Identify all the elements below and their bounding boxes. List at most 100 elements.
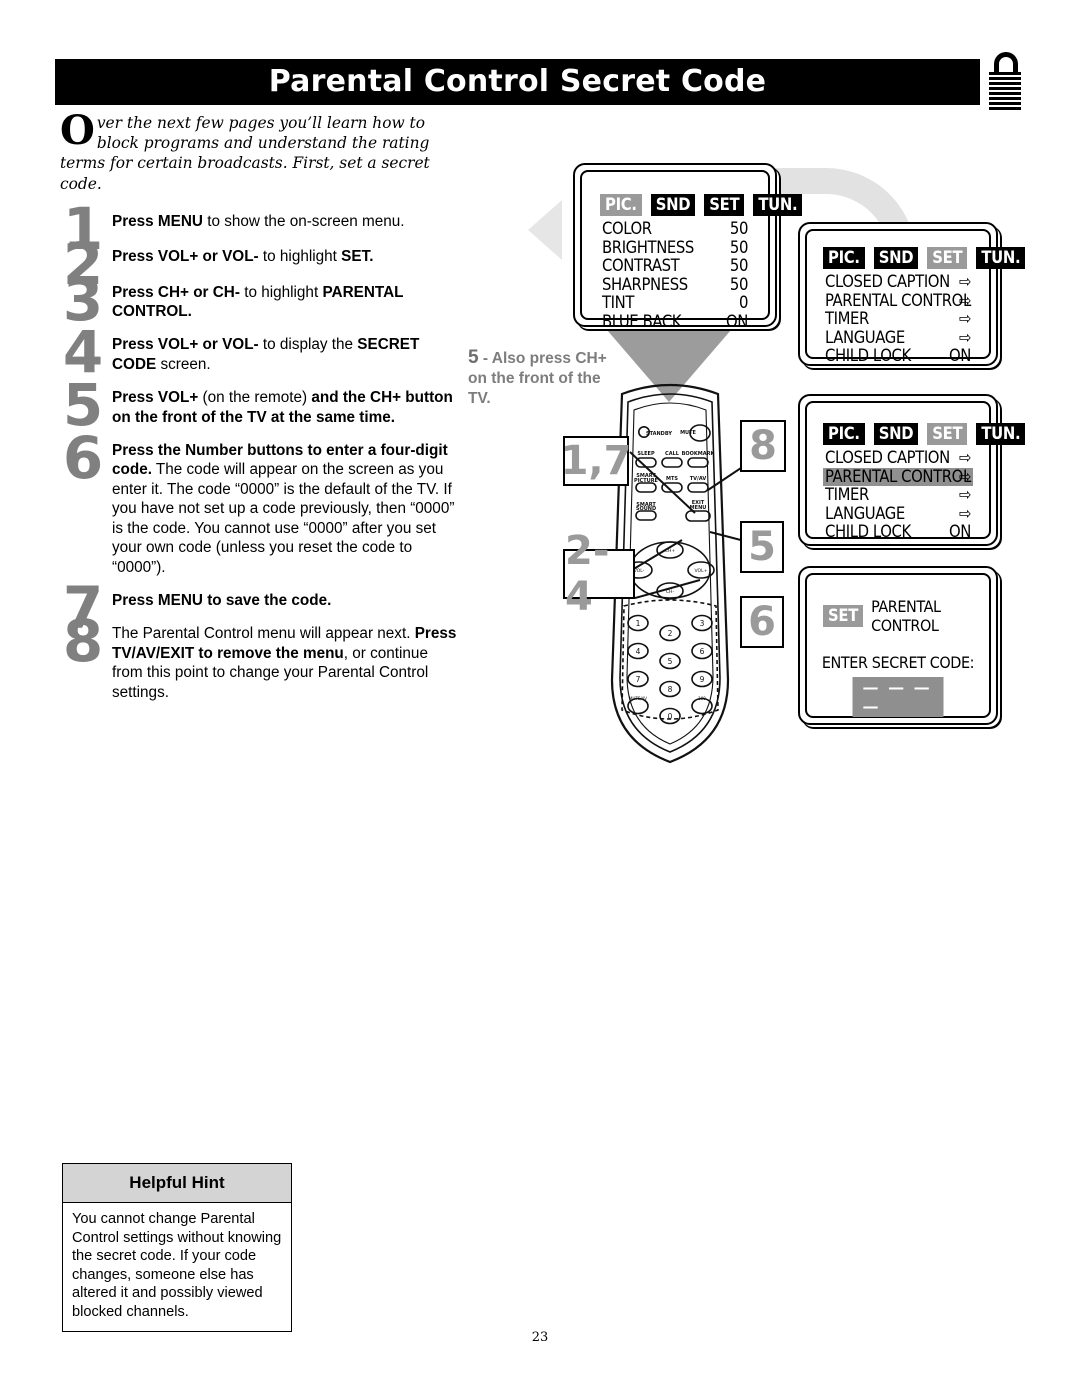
menu-item-label: CONTRAST (602, 256, 680, 276)
menu-tabs: PIC. SND SET TUN. (600, 194, 803, 216)
tv-screen-bezel: SET PARENTAL CONTROL ENTER SECRET CODE: — —… (805, 573, 991, 718)
also-press-note: 5 - Also press CH+ on the front of the T… (468, 348, 618, 409)
step-text: Press MENU to show the on-screen menu. (112, 212, 405, 230)
step-text: Press VOL+ or VOL- to highlight SET. (112, 248, 374, 266)
menu-tab-set[interactable]: SET (704, 194, 745, 216)
menu-item-value: ON (949, 346, 971, 366)
menu-item-child-lock[interactable]: CHILD LOCK ON (823, 523, 973, 542)
open-padlock-icon (988, 52, 1022, 114)
menu-item-value: ⇨ (958, 290, 971, 310)
callout-5: 5 (740, 521, 784, 573)
menu-item-timer[interactable]: TIMER ⇨ (823, 486, 973, 505)
menu-item-sharpness[interactable]: SHARPNESS 50 (600, 274, 750, 295)
menu-rows: CLOSED CAPTION ⇨ PARENTAL CONTROL ⇨ TIMER ⇨ LA… (823, 448, 973, 542)
secret-code-set-tag: SET (823, 605, 864, 627)
decorative-arrow-left (528, 200, 562, 260)
menu-item-parental-control[interactable]: PARENTAL CONTROL ⇨ (823, 466, 973, 487)
menu-item-value: ⇨ (958, 485, 971, 505)
menu-item-language[interactable]: LANGUAGE ⇨ (823, 503, 973, 524)
step-number: 6 (62, 424, 104, 493)
menu-item-contrast[interactable]: CONTRAST 50 (600, 257, 750, 276)
secret-code-prompt: ENTER SECRET CODE: (821, 653, 975, 672)
tv-screen-bezel: PIC. SND SET TUN. COLOR 50 BRIGHTNESS 50 CONTRAS… (580, 170, 803, 331)
menu-item-blue-back[interactable]: BLUE BACK ON (600, 311, 750, 332)
svg-text:9: 9 (700, 675, 705, 684)
padlock-shackle (994, 52, 1018, 74)
instructions-column: Over the next few pages you’ll learn how… (60, 111, 460, 702)
menu-item-brightness[interactable]: BRIGHTNESS 50 (600, 237, 750, 258)
menu-item-parental-control[interactable]: PARENTAL CONTROL ⇨ (823, 290, 973, 311)
menu-tab-pic[interactable]: PIC. (823, 423, 865, 445)
menu-item-label: TIMER (825, 309, 869, 329)
menu-tab-tun[interactable]: TUN. (976, 423, 1026, 445)
callout-8: 8 (740, 420, 786, 472)
also-press-step: 5 (468, 347, 479, 368)
menu-item-label: COLOR (602, 219, 652, 238)
step-2: 2 Press VOL+ or VOL- to highlight SET. (60, 235, 460, 293)
svg-text:0: 0 (668, 712, 673, 721)
menu-item-color[interactable]: COLOR 50 (600, 219, 750, 239)
menu-tab-set[interactable]: SET (927, 247, 968, 269)
tv-screen-set-menu: PIC. SND SET TUN. CLOSED CAPTION ⇨ PARENTAL CO… (798, 222, 1026, 366)
menu-item-label: BLUE BACK (602, 311, 682, 331)
callout-6: 6 (740, 596, 784, 648)
menu-tab-tun[interactable]: TUN. (976, 247, 1026, 269)
step-text: Press CH+ or CH- to highlight PARENTAL C… (112, 283, 404, 321)
page-header-bar: Parental Control Secret Code (55, 59, 980, 105)
menu-item-label: LANGUAGE (825, 503, 905, 523)
menu-item-value: ⇨ (958, 309, 971, 329)
helpful-hint-box: Helpful Hint You cannot change Parental … (62, 1163, 292, 1332)
secret-code-heading: PARENTAL CONTROL (871, 597, 941, 635)
menu-tab-pic[interactable]: PIC. (600, 194, 642, 216)
intro-paragraph: Over the next few pages you’ll learn how… (60, 111, 460, 194)
menu-item-timer[interactable]: TIMER ⇨ (823, 310, 973, 329)
menu-item-label: TIMER (825, 485, 869, 505)
menu-item-value: 0 (738, 293, 748, 313)
menu-tab-tun[interactable]: TUN. (753, 194, 803, 216)
menu-tab-snd[interactable]: SND (873, 423, 919, 445)
intro-text: ver the next few pages you’ll learn how … (60, 114, 430, 193)
step-text: Press MENU to save the code. (112, 591, 332, 609)
menu-tab-pic[interactable]: PIC. (823, 247, 865, 269)
menu-item-value: ON (726, 311, 748, 331)
callout-2-4: 2-4 (563, 528, 635, 620)
menu-item-language[interactable]: LANGUAGE ⇨ (823, 327, 973, 348)
menu-item-value: ⇨ (958, 327, 971, 347)
menu-item-value: 50 (729, 219, 748, 238)
svg-text:MUTE/AV: MUTE/AV (629, 696, 647, 701)
menu-item-value: 50 (729, 274, 748, 294)
menu-item-value: ⇨ (958, 503, 971, 523)
menu-item-value: 50 (729, 237, 748, 257)
menu-item-closed-caption[interactable]: CLOSED CAPTION ⇨ (823, 272, 973, 292)
menu-item-label: PARENTAL CONTROL (825, 290, 971, 310)
menu-item-label: CLOSED CAPTION (825, 272, 950, 291)
also-press-text: - Also press CH+ on the front of the TV. (468, 350, 607, 407)
step-number: 8 (62, 607, 104, 676)
step-text: The Parental Control menu will appear ne… (112, 625, 457, 701)
step-3: 3 Press CH+ or CH- to highlight PARENTAL … (60, 271, 460, 329)
menu-item-label: CHILD LOCK (825, 522, 911, 542)
menu-rows: COLOR 50 BRIGHTNESS 50 CONTRAST 50 SHARPNESS 50… (600, 219, 750, 332)
menu-rows: CLOSED CAPTION ⇨ PARENTAL CONTROL ⇨ TIMER ⇨ LA… (823, 272, 973, 366)
menu-item-value: ⇨ (958, 448, 971, 467)
menu-tab-snd[interactable]: SND (650, 194, 696, 216)
menu-item-closed-caption[interactable]: CLOSED CAPTION ⇨ (823, 448, 973, 468)
menu-item-child-lock[interactable]: CHILD LOCK ON (823, 347, 973, 366)
menu-item-label: SHARPNESS (602, 274, 688, 294)
svg-text:100: 100 (698, 696, 706, 701)
menu-item-tint[interactable]: TINT 0 (600, 294, 750, 313)
tv-screen-picture-menu: PIC. SND SET TUN. COLOR 50 BRIGHTNESS 50 CONTRAS… (573, 163, 803, 331)
step-1: 1 Press MENU to show the on-screen menu. (60, 200, 460, 258)
menu-tab-snd[interactable]: SND (873, 247, 919, 269)
menu-item-value: ⇨ (958, 466, 971, 486)
helpful-hint-title: Helpful Hint (63, 1164, 291, 1203)
tv-screen-bezel: PIC. SND SET TUN. CLOSED CAPTION ⇨ PARENTAL CO… (805, 401, 1026, 542)
secret-code-input[interactable]: — — — — (852, 677, 944, 717)
step-8: 8 The Parental Control menu will appear n… (60, 612, 460, 702)
callout-1-7: 1,7 (560, 436, 632, 486)
menu-item-label: CLOSED CAPTION (825, 448, 950, 467)
menu-tab-set[interactable]: SET (927, 423, 968, 445)
menu-item-label: LANGUAGE (825, 327, 905, 347)
page-number: 23 (531, 1330, 549, 1345)
menu-tabs: PIC. SND SET TUN. (823, 247, 1026, 269)
